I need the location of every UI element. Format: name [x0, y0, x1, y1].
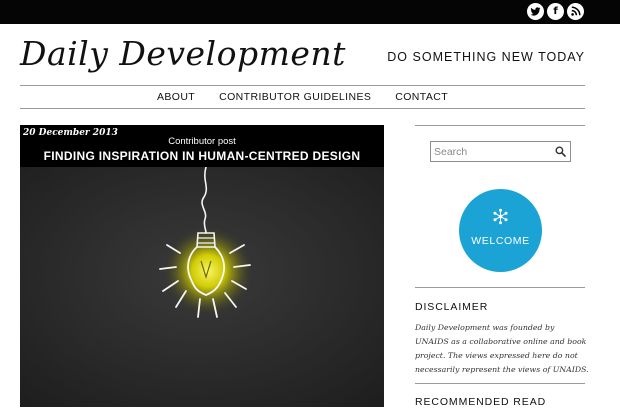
- nav-divider-bottom: [20, 108, 585, 109]
- sidebar-divider-recommended: [415, 383, 585, 384]
- nav-item-contact[interactable]: CONTACT: [395, 87, 448, 107]
- twitter-icon[interactable]: [527, 3, 544, 20]
- sidebar-divider-top: [415, 125, 585, 126]
- recommended-read-heading: RECOMMENDED READ: [415, 396, 547, 408]
- sidebar-divider-disclaimer: [415, 287, 585, 288]
- light-bulb-icon: [20, 167, 384, 407]
- featured-post-header: 20 December 2013 Contributor post FINDIN…: [20, 125, 384, 167]
- post-title[interactable]: FINDING INSPIRATION IN HUMAN-CENTRED DES…: [20, 149, 384, 163]
- nav-item-contributor-guidelines[interactable]: CONTRIBUTOR GUIDELINES: [219, 87, 371, 107]
- search-input[interactable]: [431, 142, 549, 161]
- disclaimer-heading: DISCLAIMER: [415, 301, 489, 313]
- featured-post[interactable]: 20 December 2013 Contributor post FINDIN…: [20, 125, 384, 407]
- top-bar: f: [0, 0, 620, 24]
- main-nav: ABOUT CONTRIBUTOR GUIDELINES CONTACT: [20, 87, 585, 107]
- nav-divider-top: [20, 85, 585, 86]
- site-logo[interactable]: Daily Development: [20, 34, 346, 73]
- welcome-button[interactable]: WELCOME: [459, 189, 542, 272]
- rss-icon[interactable]: [567, 3, 584, 20]
- site-tagline: DO SOMETHING NEW TODAY: [387, 50, 585, 64]
- post-category: Contributor post: [168, 136, 236, 147]
- facebook-icon[interactable]: f: [547, 3, 564, 20]
- welcome-label: WELCOME: [471, 235, 530, 247]
- snowflake-icon: [493, 208, 508, 225]
- disclaimer-text: Daily Development was founded by UNAIDS …: [415, 323, 589, 374]
- nav-item-about[interactable]: ABOUT: [157, 87, 195, 107]
- search-icon[interactable]: [555, 146, 566, 157]
- search-box: [430, 141, 571, 162]
